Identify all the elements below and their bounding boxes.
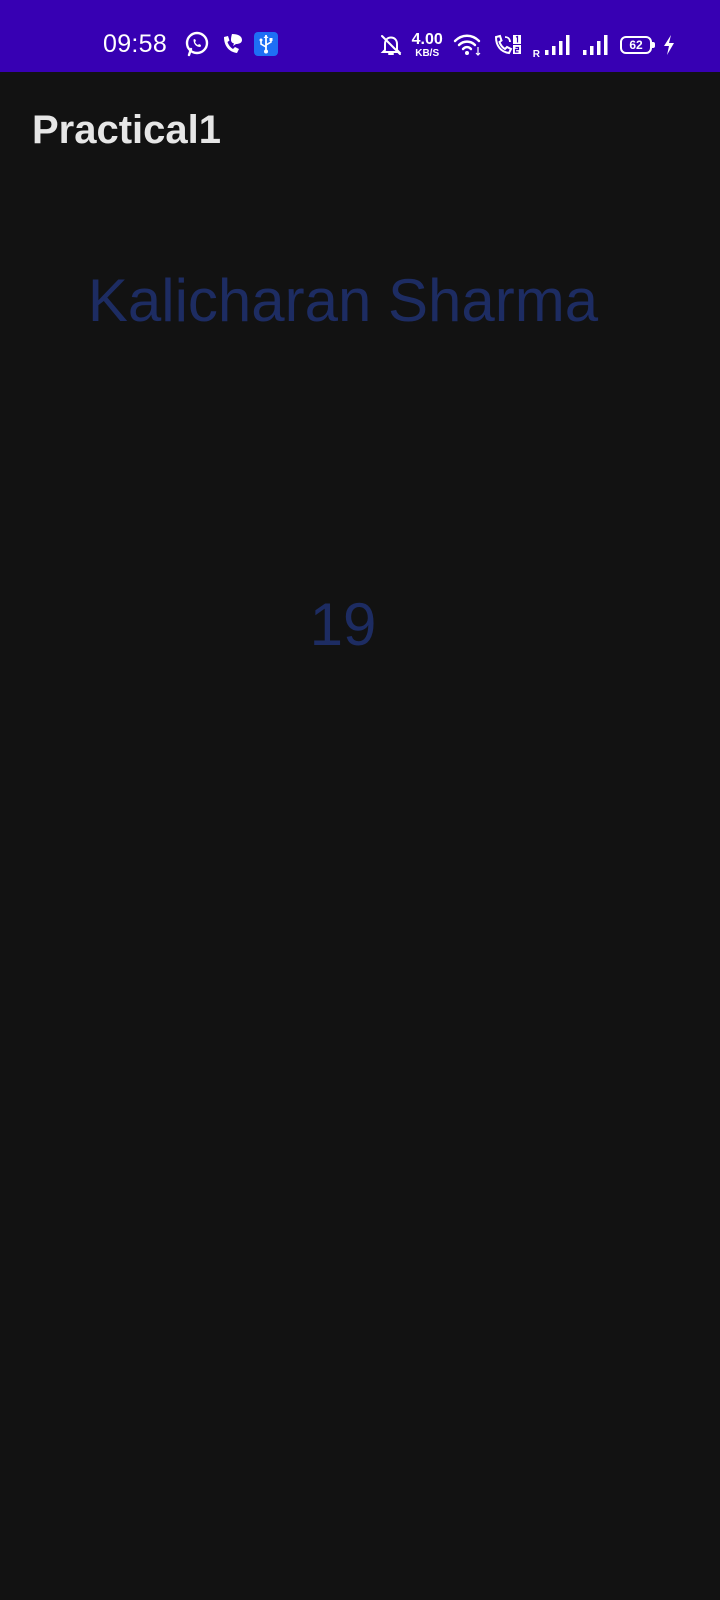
signal-icon-sim2 [582, 34, 610, 56]
network-speed-unit: KB/S [415, 47, 440, 59]
battery-level: 62 [629, 38, 643, 52]
charging-icon [662, 34, 676, 56]
name-text: Kalicharan Sharma [87, 267, 599, 334]
wifi-icon [453, 33, 483, 57]
status-time: 09:58 [103, 30, 168, 58]
network-speed-value: 4.00 [411, 30, 443, 48]
number-text: 19 [309, 591, 377, 658]
signal-icon-sim1 [544, 34, 572, 56]
phone-call-icon [220, 31, 244, 57]
whatsapp-icon [184, 31, 210, 57]
usb-icon [254, 32, 278, 56]
system-icons: 4.00 KB/S R 62 [380, 28, 676, 62]
app-bar: Practical1 [0, 72, 720, 184]
notifications-off-icon [380, 33, 402, 57]
network-speed: 4.00 KB/S [411, 30, 443, 59]
battery-icon: 62 [620, 36, 655, 54]
volte-call-icon [493, 33, 523, 57]
notification-icons [184, 30, 278, 58]
app-title: Practical1 [32, 108, 222, 152]
signal-roaming-label: R [532, 49, 540, 60]
status-bar: 09:58 4.00 KB/S R 62 [0, 0, 720, 72]
